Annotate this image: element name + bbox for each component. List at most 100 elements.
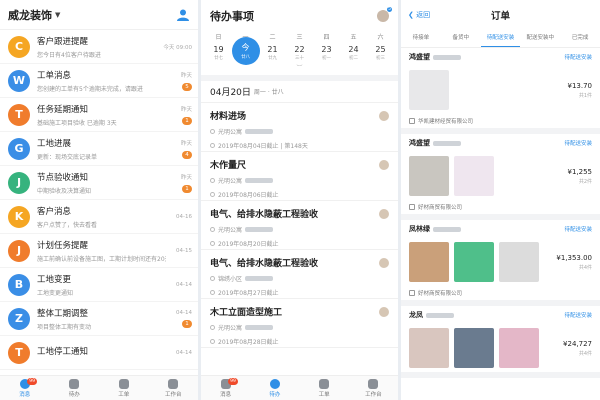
message-title: 客户跟进提醒 <box>37 36 89 47</box>
redacted-text <box>433 226 461 232</box>
tab-1[interactable]: 待办 <box>250 376 299 400</box>
order-name: 鸿盛望 <box>409 138 461 148</box>
order-card[interactable]: 鸿盛望 待配送安装 ¥1,255 共2件 好材商贸有限公司 <box>401 134 600 220</box>
message-subtitle: 项目整体工期有变动 <box>37 323 92 331</box>
message-text: 任务延期通知 基础施工项目验收 已逾期 3天 <box>37 103 166 127</box>
unread-badge: 1 <box>182 319 192 328</box>
message-item[interactable]: B 工地变更 工地变更通知 04-14 <box>0 268 198 302</box>
calendar-day[interactable]: 日 19 廿七 <box>208 32 230 65</box>
tab-1[interactable]: 待办 <box>50 376 100 400</box>
company-switcher[interactable]: 威龙装饰 ▼ <box>8 7 60 23</box>
message-item[interactable]: J 计划任务提醒 施工前确认前设备施工图，工期计划时间还有20天 04-15 <box>0 234 198 268</box>
lunar-date: 三十 <box>295 56 304 61</box>
tab-label: 消息 <box>220 391 232 398</box>
orders-screen: ❮ 返回 订单 待接单 备货中 待配送安装 配送安装中 已完成 鸿盛望 待配送安装 ¥13.… <box>401 0 600 400</box>
order-card[interactable]: 鸿盛望 待配送安装 ¥13.70 共1件 华凯建材经贸有限公司 <box>401 48 600 134</box>
tab-order-status[interactable]: 备货中 <box>441 30 481 47</box>
tab-label: 工单 <box>318 391 330 398</box>
message-type-icon: J <box>8 239 30 262</box>
clock-icon <box>210 192 215 197</box>
weekday-label: 三 <box>296 34 303 41</box>
messages-header: 威龙装饰 ▼ <box>0 0 198 30</box>
profile-icon[interactable] <box>176 8 190 22</box>
lunar-date: 初三 <box>376 56 385 61</box>
order-status-tabs: 待接单 备货中 待配送安装 配送安装中 已完成 <box>401 30 600 48</box>
message-text: 客户跟进提醒您今日有4位客户待跟进 <box>37 35 166 59</box>
order-card[interactable]: 龙凤 待配送安装 ¥24,727 共4件 <box>401 306 600 378</box>
message-text: 整体工期调整 项目整体工期有变动 <box>37 307 166 331</box>
task-item[interactable]: 木工立面造型施工光明公寓 2019年08月28日截止 <box>201 299 398 348</box>
task-location: 光明公寓 <box>210 225 389 234</box>
tab-2[interactable]: 工单 <box>99 376 149 400</box>
day-cell: 25 初三 <box>370 41 392 65</box>
tab-2[interactable]: 工单 <box>300 376 349 400</box>
tab-3[interactable]: 工作台 <box>149 376 199 400</box>
task-title: 木工立面造型施工 <box>210 308 283 318</box>
assignee-avatar <box>379 307 389 317</box>
order-name: 鸿盛望 <box>409 52 461 62</box>
message-item[interactable]: T 工地停工通知 04-14 <box>0 336 198 370</box>
product-thumbnail <box>454 328 494 368</box>
tab-order-status[interactable]: 待配送安装 <box>480 30 521 47</box>
message-item[interactable]: Z 整体工期调整 项目整体工期有变动 04-14 1 <box>0 302 198 336</box>
message-meta: 昨天 1 <box>166 173 192 193</box>
task-location: 光明公寓 <box>210 323 389 332</box>
weekday-label: 六 <box>377 34 384 41</box>
order-products: ¥24,727 共4件 <box>409 324 592 372</box>
item-count: 共4件 <box>578 264 592 271</box>
tab-0[interactable]: 消息 99 <box>0 376 50 400</box>
order-name: 凤林绿 <box>409 224 461 234</box>
message-type-icon: W <box>8 69 30 92</box>
task-item[interactable]: 电气、给排水隐蔽工程验收 锦绣小区 2019年08月27日截止 <box>201 250 398 299</box>
message-type-icon: K <box>8 205 30 228</box>
message-item[interactable]: C 客户跟进提醒 您今日有4位客户待跟进 今天 09:00 <box>0 30 198 64</box>
message-subtitle: 您今日有4位客户待跟进 <box>37 51 101 59</box>
tab-order-status[interactable]: 配送安装中 <box>520 30 560 47</box>
customer-name: 凤林绿 <box>409 225 430 233</box>
task-item[interactable]: 材料进场 光明公寓 2019年08月04日截止 | 第148天 <box>201 103 398 152</box>
message-item[interactable]: K 客户消息 客户点赞了，快去看看 04-16 <box>0 200 198 234</box>
calendar-day[interactable]: 二 21 廿九 <box>262 32 284 65</box>
message-subtitle: 中期验收及决算通知 <box>37 187 92 195</box>
expand-calendar-handle[interactable]: ︶ <box>201 65 398 75</box>
avatar[interactable]: 5 <box>377 7 392 22</box>
tab-label: 待办 <box>68 391 80 398</box>
task-deadline: 2019年08月28日截止 <box>210 337 389 346</box>
redacted-text <box>433 140 461 146</box>
order-card[interactable]: 凤林绿 待配送安装 ¥1,353.00 共4件 好材商贸有限公司 <box>401 220 600 306</box>
location-icon <box>210 325 215 330</box>
calendar-day[interactable]: 一今廿八 <box>231 32 260 65</box>
task-item[interactable]: 电气、给排水隐蔽工程验收 光明公寓 2019年08月20日截止 <box>201 201 398 250</box>
calendar-day[interactable]: 三 22 三十 <box>289 32 311 65</box>
message-item[interactable]: W 工单消息 您创建的工单有5个逾期未完成，请跟进 昨天 5 <box>0 64 198 98</box>
message-item[interactable]: T 任务延期通知 基础施工项目验收 已逾期 3天 昨天 1 <box>0 98 198 132</box>
message-text: 工地变更 工地变更通知 <box>37 273 166 297</box>
message-meta: 04-16 <box>166 214 192 220</box>
back-button[interactable]: ❮ 返回 <box>408 10 430 20</box>
tab-3[interactable]: 工作台 <box>349 376 398 400</box>
message-title: 节点验收通知 <box>37 172 89 183</box>
day-number: 今 <box>241 43 250 52</box>
order-price: ¥13.70 共1件 <box>568 82 593 99</box>
tab-order-status[interactable]: 已完成 <box>560 30 600 47</box>
redacted-text <box>433 54 461 60</box>
message-meta: 04-14 1 <box>166 310 192 328</box>
tab-order-status[interactable]: 待接单 <box>401 30 441 47</box>
message-meta: 04-14 <box>166 350 192 356</box>
day-cell: 21 廿九 <box>262 41 284 65</box>
task-item[interactable]: 木作量尺 光明公寓 2019年08月06日截止 <box>201 152 398 201</box>
calendar-day[interactable]: 六 25 初三 <box>370 32 392 65</box>
redacted-text <box>245 178 274 183</box>
message-item[interactable]: G 工地进展 更新：现场交底记录单 昨天 4 <box>0 132 198 166</box>
day-cell: 23 初一 <box>316 41 338 65</box>
order-header: 龙凤 待配送安装 <box>409 306 592 324</box>
assignee-avatar <box>379 111 389 121</box>
deadline-text: 2019年08月04日截止 | 第148天 <box>218 143 308 150</box>
calendar-day[interactable]: 五 24 初二 <box>343 32 365 65</box>
lunar-date: 初一 <box>322 56 331 61</box>
calendar-day[interactable]: 四 23 初一 <box>316 32 338 65</box>
message-type-icon: J <box>8 171 30 194</box>
tab-0[interactable]: 消息 99 <box>201 376 250 400</box>
message-item[interactable]: J 节点验收通知 中期验收及决算通知 昨天 1 <box>0 166 198 200</box>
todo-screen: 待办事项 5 日19廿七一今廿八二21廿九三22三十四23初一五24初二六25初… <box>201 0 398 400</box>
